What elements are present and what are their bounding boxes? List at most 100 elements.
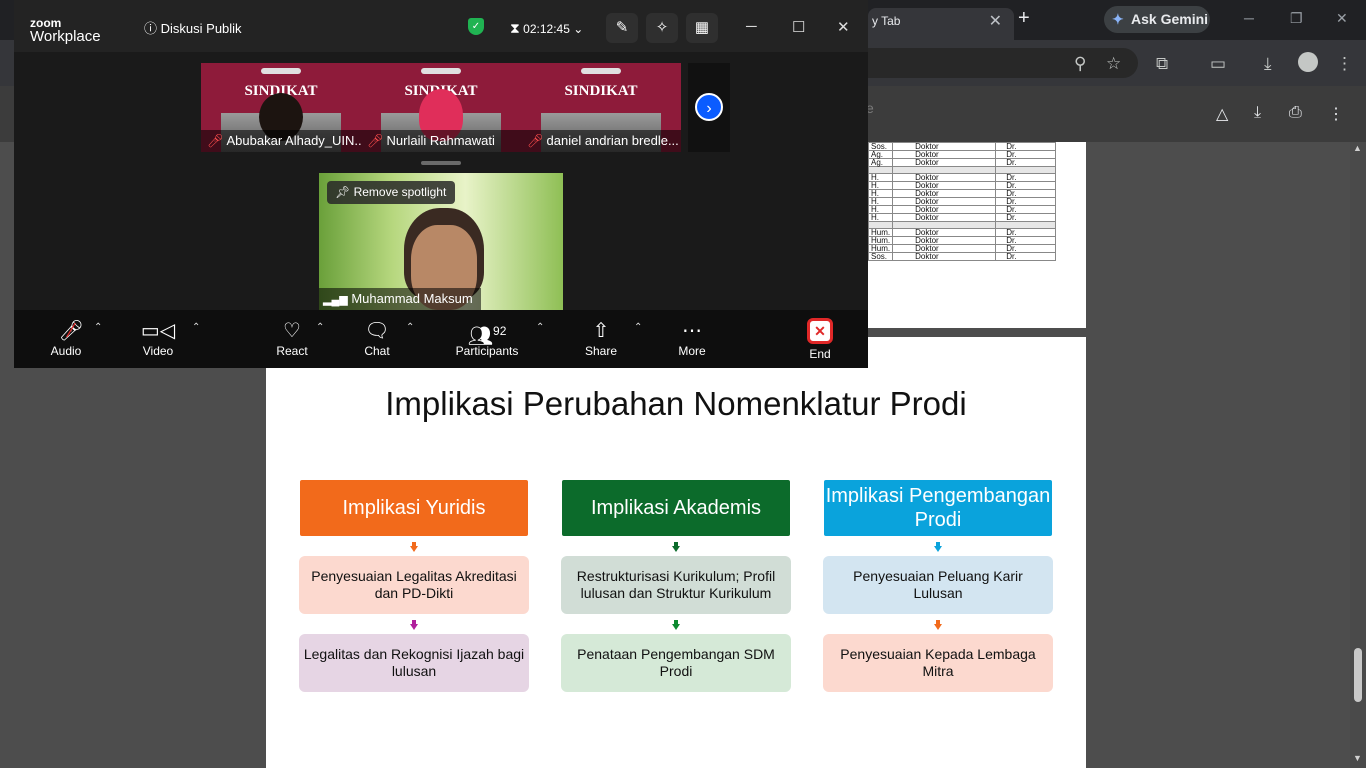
chat-options-caret-icon[interactable]: ⌃ bbox=[406, 322, 414, 333]
share-button[interactable]: ⇧ Share bbox=[581, 318, 621, 358]
muted-mic-icon: 🎤︎⁄ bbox=[58, 320, 85, 342]
table-cell: Dr. bbox=[995, 150, 1056, 159]
pdf-download-icon[interactable]: ⤓ bbox=[1254, 104, 1261, 122]
table-cell: Doktor bbox=[892, 197, 997, 206]
next-page-arrow-icon[interactable]: › bbox=[695, 93, 723, 121]
extensions-icon[interactable]: ⧉ bbox=[1156, 54, 1168, 74]
more-dots-icon: ⋯ bbox=[682, 320, 702, 342]
print-icon[interactable]: ⎙ bbox=[1289, 104, 1302, 122]
chat-bubble-icon: 🗨︎ bbox=[364, 320, 390, 342]
table-cell bbox=[892, 221, 997, 229]
zoom-maximize-icon[interactable]: ☐ bbox=[792, 18, 805, 36]
box-peluang-karir: Penyesuaian Peluang Karir Lulusan bbox=[823, 556, 1053, 614]
react-button[interactable]: ♡ React bbox=[272, 318, 312, 358]
header-implikasi-yuridis: Implikasi Yuridis bbox=[300, 480, 528, 536]
table-row bbox=[867, 221, 1056, 229]
meeting-timer[interactable]: ⧗ 02:12:45 ⌄ bbox=[510, 20, 583, 37]
meeting-info[interactable]: ⓘ Diskusi Publik bbox=[144, 18, 242, 37]
pin-icon: 📌︎ bbox=[335, 185, 351, 199]
downloads-icon[interactable]: ⤓ bbox=[1264, 54, 1272, 74]
header-implikasi-pengembangan: Implikasi Pengembangan Prodi bbox=[824, 480, 1052, 536]
box-legalitas-akreditasi: Penyesuaian Legalitas Akreditasi dan PD-… bbox=[299, 556, 529, 614]
video-label: Video bbox=[142, 344, 174, 358]
ask-gemini-button[interactable]: ✦ Ask Gemini bbox=[1104, 6, 1210, 33]
scroll-down-icon[interactable]: ▼ bbox=[1353, 753, 1362, 763]
audio-options-caret-icon[interactable]: ⌃ bbox=[94, 322, 102, 333]
participant-name: daniel andrian bredle... bbox=[546, 133, 679, 148]
bookmark-star-icon[interactable]: ☆ bbox=[1106, 54, 1121, 74]
resize-handle[interactable] bbox=[421, 161, 461, 165]
table-cell: H. bbox=[867, 213, 894, 222]
zoom-close-icon[interactable]: ✕ bbox=[837, 18, 850, 36]
ai-companion-icon[interactable]: ✧ bbox=[646, 13, 678, 43]
chevron-down-icon: ⌄ bbox=[573, 22, 584, 36]
zoom-logo-workplace: Workplace bbox=[30, 28, 101, 45]
drive-save-icon[interactable]: △ bbox=[1216, 104, 1228, 124]
profile-avatar[interactable] bbox=[1298, 52, 1318, 72]
browser-menu-icon[interactable]: ⋮ bbox=[1336, 54, 1353, 74]
chat-button[interactable]: 🗨︎ Chat bbox=[357, 318, 397, 358]
arrow-icon bbox=[934, 624, 942, 630]
reading-mode-icon[interactable]: ▭ bbox=[1210, 54, 1226, 74]
close-window-button[interactable]: ✕ bbox=[1336, 10, 1348, 27]
annotate-pen-icon[interactable]: ✎ bbox=[606, 13, 638, 43]
table-row: Hum. Doktor Dr. bbox=[867, 228, 1056, 237]
info-icon: ⓘ bbox=[144, 21, 158, 36]
event-logos bbox=[261, 68, 301, 74]
table-cell: Dr. bbox=[995, 158, 1056, 167]
share-options-caret-icon[interactable]: ⌃ bbox=[634, 322, 642, 333]
box-rekognisi-ijazah: Legalitas dan Rekognisi Ijazah bagi lulu… bbox=[299, 634, 529, 692]
participants-count: 92 bbox=[493, 324, 507, 338]
arrow-icon bbox=[672, 624, 680, 630]
zoom-title-bar: zoom Workplace ⓘ Diskusi Publik ✓ ⧗ 02:1… bbox=[14, 0, 868, 52]
apps-grid-icon[interactable]: ▦ bbox=[686, 13, 718, 43]
participant-name: Nurlaili Rahmawati bbox=[386, 133, 495, 148]
address-bar[interactable] bbox=[868, 48, 1138, 78]
timer-value: 02:12:45 bbox=[523, 22, 570, 36]
table-row: H. Doktor Dr. bbox=[867, 173, 1056, 182]
table-cell: Dr. bbox=[995, 189, 1056, 198]
table-row: Sos. Doktor Dr. bbox=[867, 142, 1056, 151]
encryption-shield-icon[interactable]: ✓ bbox=[468, 18, 484, 35]
box-lembaga-mitra: Penyesuaian Kepada Lembaga Mitra bbox=[823, 634, 1053, 692]
minimize-window-button[interactable]: ─ bbox=[1244, 10, 1254, 26]
scrollbar-thumb[interactable] bbox=[1354, 648, 1362, 702]
participants-options-caret-icon[interactable]: ⌃ bbox=[536, 322, 544, 333]
gemini-icon: ✦ bbox=[1112, 11, 1124, 27]
pdf-menu-icon[interactable]: ⋮ bbox=[1328, 104, 1344, 124]
end-x-icon: ✕ bbox=[807, 318, 833, 344]
table-cell: Dr. bbox=[995, 173, 1056, 182]
event-logos bbox=[581, 68, 621, 74]
scroll-up-icon[interactable]: ▲ bbox=[1353, 143, 1362, 153]
more-button[interactable]: ⋯ More bbox=[672, 318, 712, 358]
new-tab-button[interactable]: + bbox=[1018, 7, 1030, 30]
remove-spotlight-label: Remove spotlight bbox=[353, 185, 447, 199]
remove-spotlight-button[interactable]: 📌︎ Remove spotlight bbox=[327, 181, 456, 204]
browser-tab[interactable]: y Tab ✕ bbox=[868, 8, 1014, 40]
signal-bars-icon: ▂▄▆ bbox=[323, 294, 348, 306]
audio-button[interactable]: 🎤︎⁄ Audio bbox=[46, 318, 86, 358]
video-button[interactable]: ▭◁ Video bbox=[138, 318, 178, 358]
participant-thumbnail[interactable]: SINDIKAT 🎤︎ Abubakar Alhady_UIN... bbox=[201, 63, 361, 152]
zoom-minimize-icon[interactable]: ─ bbox=[746, 18, 757, 35]
table-cell: Dr. bbox=[995, 244, 1056, 253]
participant-thumbnail[interactable]: SINDIKAT 🎤︎Nurlaili Rahmawati bbox=[361, 63, 521, 152]
table-cell: Dr. bbox=[995, 142, 1056, 151]
participant-thumbnail[interactable]: SINDIKAT 🎤︎ daniel andrian bredle... bbox=[521, 63, 681, 152]
participants-label: Participants bbox=[455, 344, 519, 358]
share-label: Share bbox=[584, 344, 618, 358]
degree-table: Sos. Doktor Dr. Ag. Doktor Dr. Ag. Doktor Dr. H. D… bbox=[867, 142, 1056, 261]
end-meeting-button[interactable]: ✕ End bbox=[800, 318, 840, 361]
restore-window-button[interactable]: ❐ bbox=[1290, 10, 1303, 27]
table-cell: Dr. bbox=[995, 252, 1056, 261]
close-tab-icon[interactable]: ✕ bbox=[989, 11, 1002, 31]
arrow-icon bbox=[410, 546, 418, 552]
react-options-caret-icon[interactable]: ⌃ bbox=[316, 322, 324, 333]
video-options-caret-icon[interactable]: ⌃ bbox=[192, 322, 200, 333]
table-cell: Dr. bbox=[995, 205, 1056, 214]
zoom-magnifier-icon[interactable]: ⚲ bbox=[1074, 54, 1086, 74]
muted-mic-icon: 🎤︎ bbox=[527, 133, 544, 148]
table-cell: Doktor bbox=[892, 252, 997, 261]
speaker-name-tag: ▂▄▆ Muhammad Maksum bbox=[319, 288, 481, 310]
participants-button[interactable]: 👥︎92 Participants bbox=[452, 318, 522, 358]
